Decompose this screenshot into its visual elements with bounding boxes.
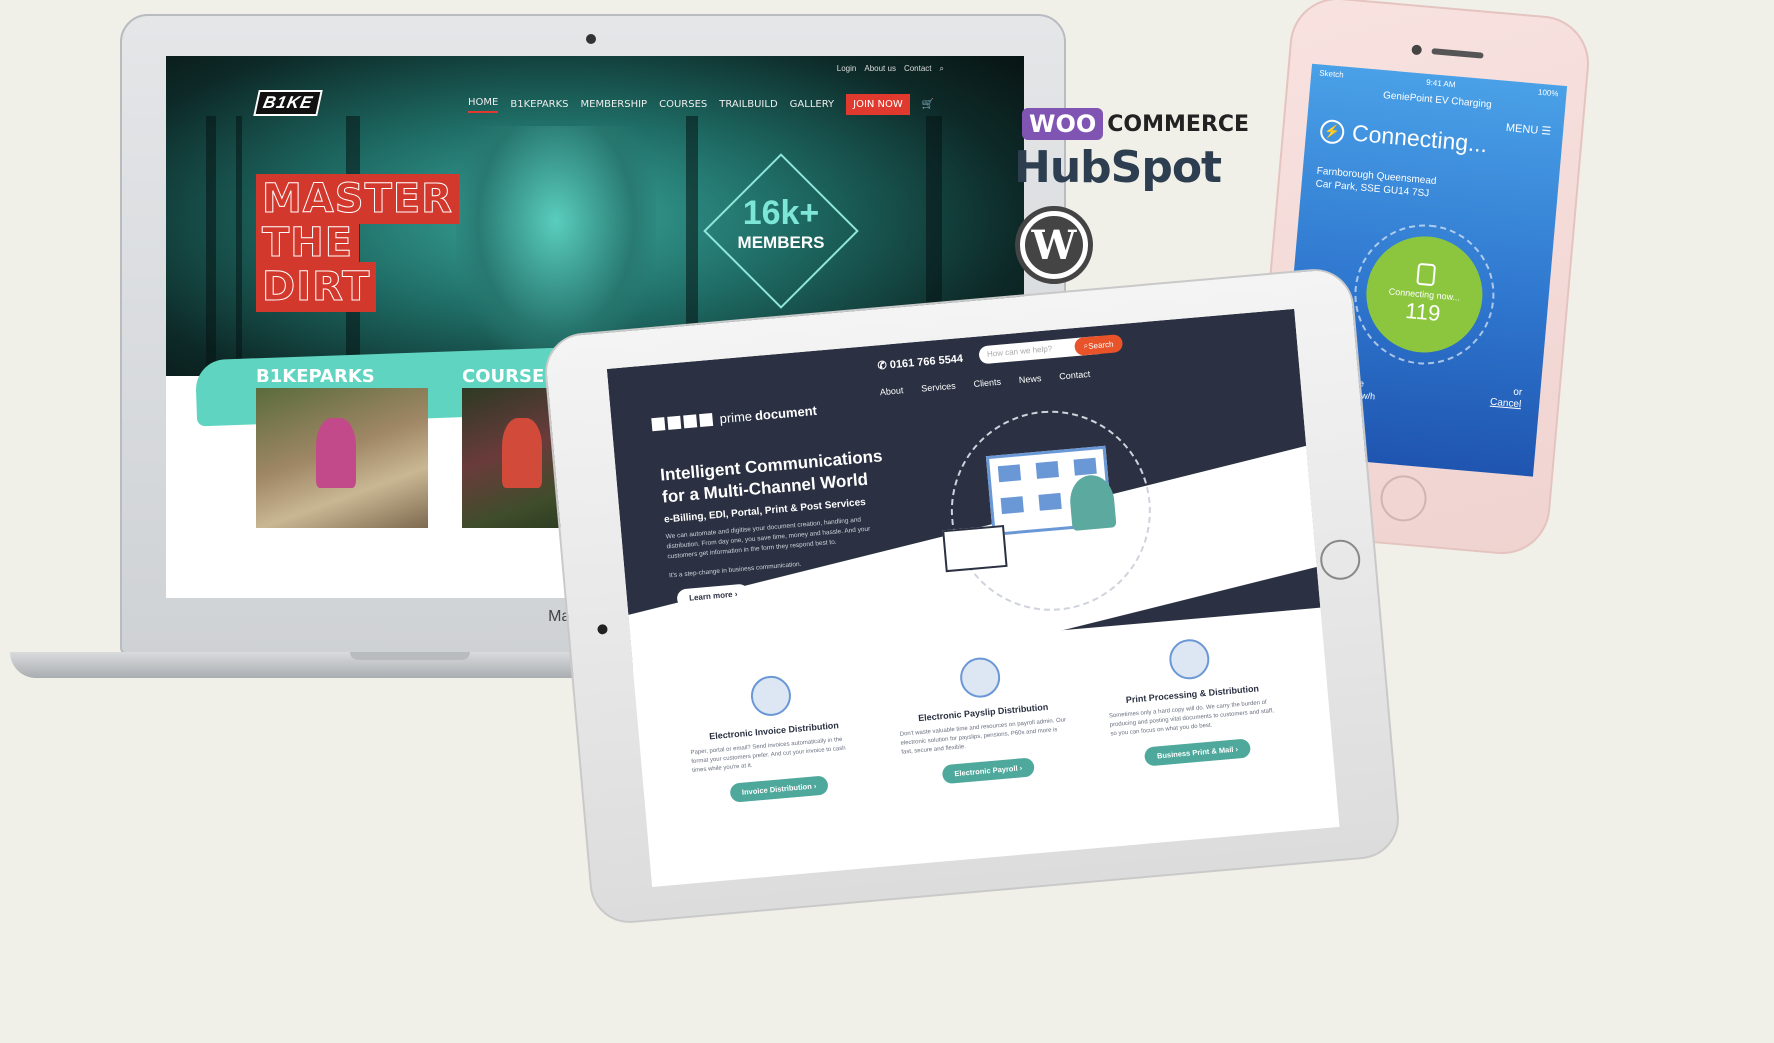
nav-membership[interactable]: MEMBERSHIP bbox=[581, 99, 648, 110]
nav-about[interactable]: About bbox=[879, 385, 903, 397]
laptop-camera bbox=[586, 34, 596, 44]
stat-block: 16k+ MEMBERS bbox=[711, 194, 851, 253]
wordpress-icon: W bbox=[1025, 216, 1083, 274]
envelope-icon bbox=[942, 524, 1008, 573]
charger-location: Farnborough Queensmead Car Park, SSE GU1… bbox=[1315, 165, 1437, 201]
electronic-payroll-button[interactable]: Electronic Payroll › bbox=[941, 757, 1035, 785]
carrier-label: Sketch bbox=[1318, 68, 1345, 80]
folder-icon bbox=[1000, 496, 1024, 515]
logo-square bbox=[667, 415, 682, 430]
wordpress-logo: W bbox=[1015, 206, 1093, 284]
invoice-icon bbox=[749, 674, 793, 718]
payslip-icon bbox=[958, 655, 1002, 700]
status-time: 9:41 AM bbox=[1425, 77, 1456, 90]
logo-square bbox=[651, 417, 666, 432]
folder-icon bbox=[1035, 461, 1059, 479]
service-card-payslip: Electronic Payslip Distribution Don't wa… bbox=[894, 650, 1074, 787]
nav-courses[interactable]: COURSES bbox=[659, 99, 707, 110]
menu-label: MENU bbox=[1505, 121, 1539, 137]
nav-b1keparks[interactable]: B1KEPARKS bbox=[510, 99, 568, 110]
folder-icon bbox=[1073, 457, 1097, 476]
b1keparks-thumbnail[interactable] bbox=[256, 388, 428, 528]
service-card-invoice: Electronic Invoice Distribution Paper, p… bbox=[685, 669, 865, 806]
logo-square bbox=[699, 412, 714, 428]
woo-text: COMMERCE bbox=[1107, 111, 1250, 137]
nav-gallery[interactable]: GALLERY bbox=[790, 99, 834, 110]
headline-line-2: THE bbox=[256, 218, 360, 268]
cart-icon[interactable]: 🛒 bbox=[922, 99, 934, 110]
plug-icon bbox=[1416, 262, 1437, 287]
progress-circle: Connecting now... 119 bbox=[1361, 231, 1488, 358]
phone-speaker bbox=[1431, 48, 1484, 59]
section-title-b1keparks[interactable]: B1KEPARKS bbox=[256, 366, 375, 387]
top-links: Login About us Contact ⌕ bbox=[837, 64, 944, 74]
stat-number: 16k+ bbox=[742, 194, 820, 232]
site-logo[interactable]: B1KE bbox=[253, 90, 323, 116]
connecting-label: Connecting... bbox=[1351, 119, 1489, 158]
nav-home[interactable]: HOME bbox=[468, 97, 499, 113]
about-link[interactable]: About us bbox=[864, 64, 896, 74]
main-nav: HOME B1KEPARKS MEMBERSHIP COURSES TRAILB… bbox=[468, 94, 934, 115]
login-link[interactable]: Login bbox=[837, 64, 857, 74]
nav-news[interactable]: News bbox=[1018, 373, 1041, 385]
cancel-button[interactable]: Cancel bbox=[1490, 397, 1522, 412]
logo-square bbox=[683, 414, 698, 429]
rider-figure bbox=[316, 418, 356, 488]
tablet-device: prime document ✆ 0161 766 5544 How can we… bbox=[541, 265, 1403, 927]
printer-icon bbox=[1167, 637, 1212, 681]
join-now-button[interactable]: JOIN NOW bbox=[846, 94, 910, 115]
business-print-mail-button[interactable]: Business Print & Mail › bbox=[1144, 738, 1251, 767]
phone-camera bbox=[1411, 44, 1423, 56]
service-card-print: Print Processing & Distribution Sometime… bbox=[1103, 632, 1283, 769]
hubspot-logo: HubSpot bbox=[1014, 142, 1222, 193]
laptop-notch bbox=[350, 652, 470, 660]
nav-trailbuild[interactable]: TRAILBUILD bbox=[719, 99, 777, 110]
headline-line-1: MASTER bbox=[256, 174, 459, 224]
stat-label: MEMBERS bbox=[737, 233, 825, 252]
logo-prime: prime bbox=[718, 408, 753, 427]
tablet-screen: prime document ✆ 0161 766 5544 How can we… bbox=[606, 308, 1340, 887]
woocommerce-logo: WOO COMMERCE bbox=[1022, 108, 1249, 140]
section-title-courses[interactable]: COURSES bbox=[462, 366, 557, 387]
hamburger-icon: ☰ bbox=[1540, 125, 1552, 138]
folder-icon bbox=[1038, 492, 1062, 511]
progress-ring: Connecting now... 119 bbox=[1348, 218, 1501, 371]
cancel-block: or Cancel bbox=[1490, 385, 1523, 412]
rider-figure bbox=[502, 418, 542, 488]
tablet-camera bbox=[597, 623, 608, 635]
contact-link[interactable]: Contact bbox=[904, 64, 932, 74]
tablet-home-button[interactable] bbox=[1318, 538, 1362, 582]
folder-icon bbox=[997, 464, 1022, 483]
menu-button[interactable]: MENU ☰ bbox=[1505, 121, 1551, 138]
progress-number: 119 bbox=[1404, 297, 1442, 326]
phone-home-button[interactable] bbox=[1378, 473, 1429, 524]
lightning-icon: ⚡ bbox=[1319, 118, 1346, 145]
headline-line-3: DIRT bbox=[256, 262, 377, 312]
invoice-distribution-button[interactable]: Invoice Distribution › bbox=[729, 775, 830, 803]
woo-mark: WOO bbox=[1022, 108, 1104, 140]
battery-level: 100% bbox=[1537, 87, 1559, 99]
search-button-label: Search bbox=[1087, 339, 1114, 351]
search-icon[interactable]: ⌕ bbox=[940, 64, 944, 74]
connecting-status: ⚡ Connecting... bbox=[1319, 117, 1488, 158]
